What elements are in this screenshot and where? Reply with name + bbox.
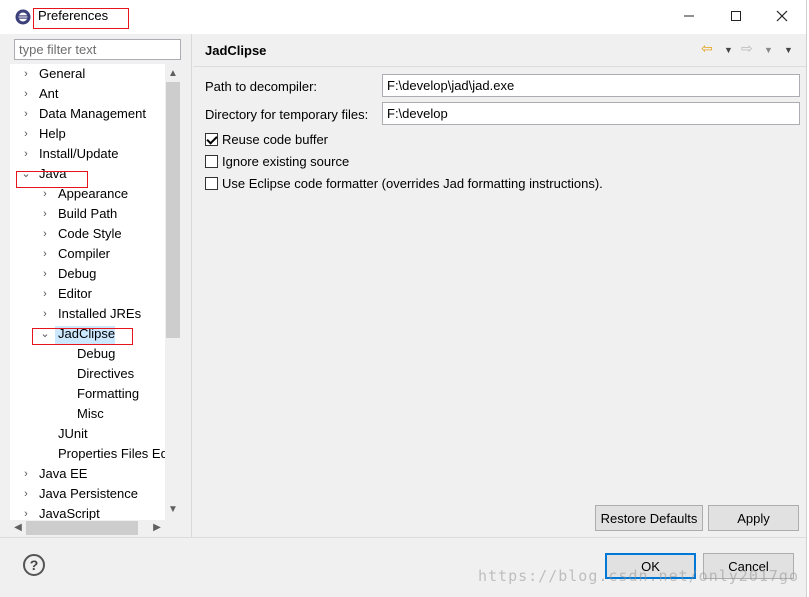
decompiler-path-label: Path to decompiler: — [205, 79, 318, 94]
ignore-existing-source-checkbox[interactable] — [205, 154, 218, 168]
chevron-left-icon[interactable]: ◀ — [10, 520, 26, 536]
header-divider — [193, 66, 807, 67]
forward-arrow-icon[interactable]: ⇨ — [741, 40, 753, 57]
back-arrow-icon[interactable]: ⇦ — [701, 40, 713, 57]
filter-input[interactable] — [14, 39, 181, 60]
temp-directory-label: Directory for temporary files: — [205, 107, 369, 122]
title-bar: Preferences — [0, 0, 809, 34]
chevron-right-icon[interactable]: › — [40, 284, 50, 304]
reuse-code-buffer-option[interactable]: Reuse code buffer — [205, 130, 328, 148]
ignore-existing-source-label: Ignore existing source — [222, 153, 350, 169]
use-eclipse-formatter-option[interactable]: Use Eclipse code formatter (overrides Ja… — [205, 174, 603, 192]
restore-defaults-button[interactable]: Restore Defaults — [595, 505, 703, 531]
footer-divider — [0, 537, 806, 538]
chevron-down-icon[interactable]: ▼ — [165, 502, 181, 518]
scroll-thumb[interactable] — [166, 82, 180, 338]
menu-icon[interactable]: ▼ — [784, 45, 793, 55]
watermark: https://blog.csdn.net/only2017go — [478, 567, 799, 585]
ignore-existing-source-option[interactable]: Ignore existing source — [205, 152, 349, 170]
use-eclipse-formatter-checkbox[interactable] — [205, 176, 218, 190]
chevron-right-icon[interactable]: › — [40, 264, 50, 284]
chevron-right-icon[interactable]: › — [40, 224, 50, 244]
chevron-right-icon[interactable]: › — [21, 504, 31, 520]
reuse-code-buffer-checkbox[interactable] — [205, 132, 218, 146]
chevron-right-icon[interactable]: ▶ — [149, 520, 165, 536]
chevron-right-icon[interactable]: › — [21, 64, 31, 84]
tree-horizontal-scrollbar[interactable]: ◀ ▶ — [10, 520, 165, 536]
java-highlight-box — [16, 171, 88, 188]
eclipse-app-icon — [15, 9, 31, 25]
chevron-right-icon[interactable]: › — [21, 84, 31, 104]
scroll-thumb[interactable] — [26, 521, 138, 535]
chevron-up-icon[interactable]: ▲ — [165, 66, 181, 82]
title-highlight-box — [33, 8, 129, 29]
minimize-icon[interactable] — [666, 0, 712, 32]
decompiler-path-field[interactable]: F:\develop\jad\jad.exe — [382, 74, 800, 97]
chevron-right-icon[interactable]: › — [21, 104, 31, 124]
chevron-right-icon[interactable]: › — [21, 144, 31, 164]
chevron-right-icon[interactable]: › — [40, 204, 50, 224]
preference-tree[interactable]: › General › Ant › Data Management › Help… — [10, 64, 165, 520]
reuse-code-buffer-label: Reuse code buffer — [222, 131, 328, 147]
jadclipse-highlight-box — [32, 328, 133, 345]
pane-splitter[interactable] — [191, 34, 192, 537]
tree-vertical-scrollbar[interactable]: ▲ ▼ — [165, 64, 181, 520]
chevron-right-icon[interactable]: › — [40, 244, 50, 264]
dropdown-icon[interactable]: ▼ — [724, 45, 733, 55]
chevron-right-icon[interactable]: › — [21, 484, 31, 504]
close-icon[interactable] — [759, 0, 805, 32]
page-title: JadClipse — [205, 43, 267, 58]
apply-button[interactable]: Apply — [708, 505, 799, 531]
chevron-right-icon[interactable]: › — [21, 124, 31, 144]
temp-directory-field[interactable]: F:\develop — [382, 102, 800, 125]
help-button[interactable]: ? — [23, 554, 45, 576]
chevron-right-icon[interactable]: › — [40, 304, 50, 324]
maximize-icon[interactable] — [713, 0, 759, 32]
dropdown-icon[interactable]: ▼ — [764, 45, 773, 55]
chevron-right-icon[interactable]: › — [21, 464, 31, 484]
use-eclipse-formatter-label: Use Eclipse code formatter (overrides Ja… — [222, 175, 603, 191]
